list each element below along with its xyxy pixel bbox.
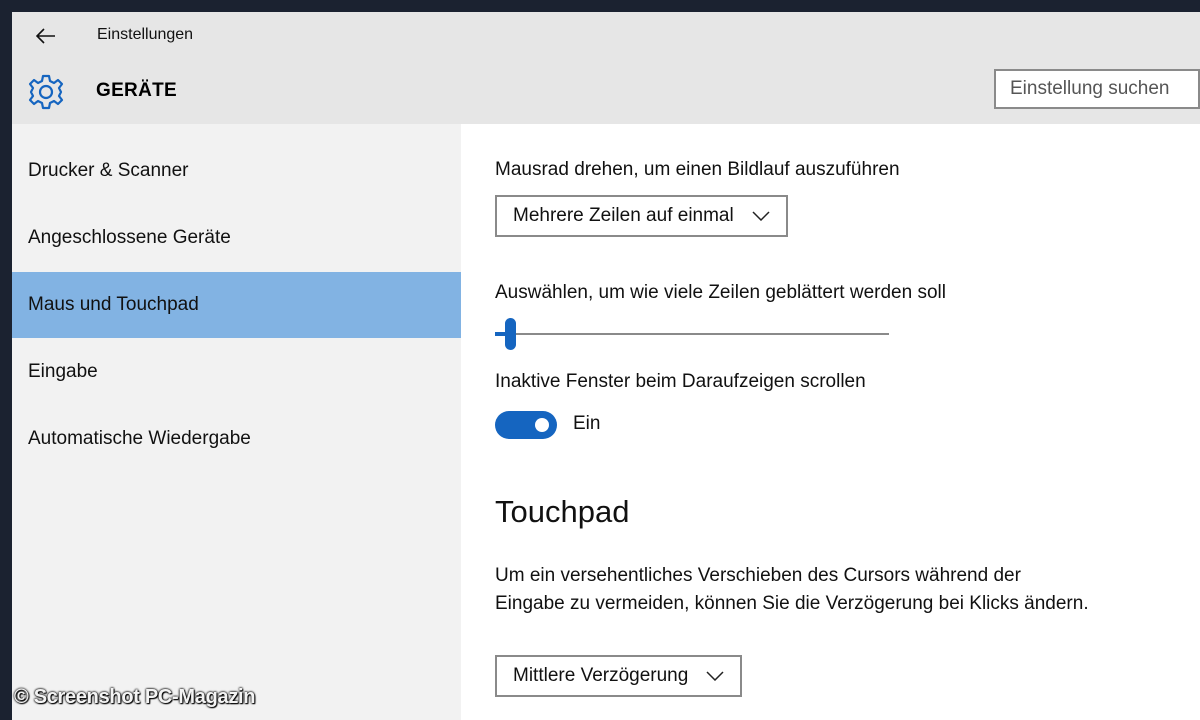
- lines-setting-label: Auswählen, um wie viele Zeilen geblätter…: [495, 282, 946, 303]
- scroll-setting-label: Mausrad drehen, um einen Bildlauf auszuf…: [495, 159, 900, 180]
- inactive-scroll-label: Inaktive Fenster beim Daraufzeigen scrol…: [495, 371, 866, 392]
- page-title: GERÄTE: [96, 80, 177, 101]
- inactive-scroll-toggle[interactable]: [495, 411, 557, 439]
- sidebar-item-autoplay[interactable]: Automatische Wiedergabe: [12, 406, 461, 472]
- lines-slider[interactable]: [495, 318, 889, 350]
- window-title: Einstellungen: [97, 26, 194, 43]
- back-button[interactable]: [28, 22, 64, 50]
- scroll-mode-value: Mehrere Zeilen auf einmal: [513, 205, 734, 226]
- sidebar-item-connected-devices[interactable]: Angeschlossene Geräte: [12, 205, 461, 271]
- search-input[interactable]: [994, 69, 1200, 109]
- sidebar-item-typing[interactable]: Eingabe: [12, 339, 461, 405]
- slider-thumb[interactable]: [505, 318, 516, 350]
- toggle-state-label: Ein: [573, 413, 601, 434]
- settings-window: Einstellungen GERÄTE Drucker & Scanner A…: [12, 12, 1200, 720]
- chevron-down-icon: [752, 211, 770, 221]
- touchpad-section-title: Touchpad: [495, 494, 630, 529]
- sidebar: Drucker & Scanner Angeschlossene Geräte …: [12, 124, 461, 720]
- touchpad-description: Um ein versehentliches Verschieben des C…: [495, 565, 1089, 614]
- watermark: © Screenshot PC-Magazin: [14, 686, 256, 708]
- toggle-knob: [535, 418, 549, 432]
- chevron-down-icon: [706, 671, 724, 681]
- slider-track: [495, 333, 889, 335]
- main-content: Mausrad drehen, um einen Bildlauf auszuf…: [461, 124, 1200, 720]
- title-bar: Einstellungen: [12, 12, 1200, 62]
- click-delay-value: Mittlere Verzögerung: [513, 665, 689, 686]
- scroll-mode-dropdown[interactable]: Mehrere Zeilen auf einmal: [495, 195, 788, 237]
- page-header: GERÄTE: [12, 62, 1200, 124]
- gear-icon: [28, 74, 64, 110]
- sidebar-item-mouse-touchpad[interactable]: Maus und Touchpad: [12, 272, 461, 338]
- sidebar-item-printers[interactable]: Drucker & Scanner: [12, 138, 461, 204]
- back-arrow-icon: [36, 28, 55, 44]
- click-delay-dropdown[interactable]: Mittlere Verzögerung: [495, 655, 743, 697]
